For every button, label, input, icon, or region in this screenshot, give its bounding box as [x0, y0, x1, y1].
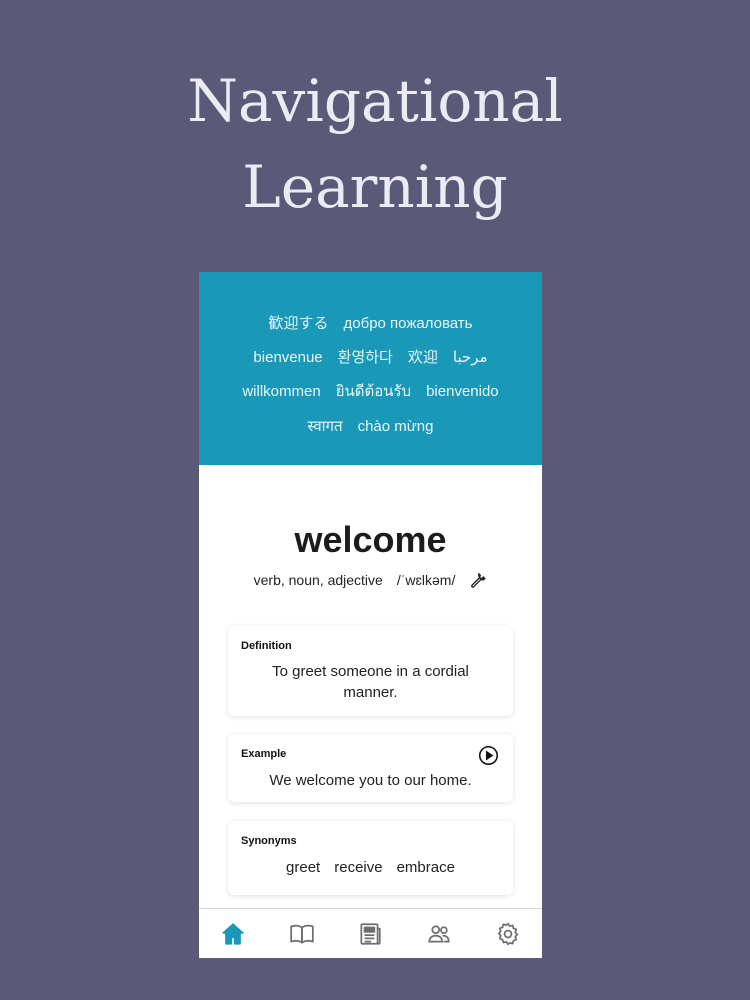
- synonym-item[interactable]: greet: [286, 859, 320, 876]
- synonym-item[interactable]: receive: [334, 859, 382, 876]
- synonyms-label: Synonyms: [241, 835, 297, 847]
- example-card: Example We welcome you to our home.: [228, 734, 513, 802]
- greeting-thai: ยินดีต้อนรับ: [335, 383, 412, 400]
- tab-people[interactable]: [419, 914, 459, 954]
- parts-of-speech: verb, noun, adjective: [253, 572, 383, 588]
- wrench-icon[interactable]: [469, 571, 487, 589]
- headline-line-2: Learning: [242, 153, 508, 221]
- greeting-french: bienvenue: [253, 349, 323, 366]
- synonym-item[interactable]: embrace: [397, 859, 455, 876]
- definition-card: Definition To greet someone in a cordial…: [228, 626, 513, 716]
- example-text: We welcome you to our home.: [269, 772, 472, 789]
- greeting-chinese: 欢迎: [407, 349, 438, 366]
- greeting-hindi: स्वागत: [307, 418, 343, 435]
- greetings-row: 歓迎する добро пожаловать: [199, 314, 542, 334]
- definition-text: To greet someone in a cordial manner.: [272, 663, 469, 701]
- news-icon: [360, 923, 382, 945]
- synonyms-list: greet receive embrace: [228, 859, 513, 876]
- greeting-vietnamese: chào mừng: [357, 418, 434, 435]
- tab-book[interactable]: [282, 914, 322, 954]
- greeting-russian: добро пожаловать: [343, 315, 473, 332]
- greetings-row: willkommen ยินดีต้อนรับ bienvenido: [199, 382, 542, 402]
- home-icon: [222, 923, 244, 945]
- book-icon: [290, 924, 314, 944]
- greeting-spanish: bienvenido: [426, 383, 499, 400]
- people-icon: [428, 925, 450, 943]
- tab-home[interactable]: [213, 914, 253, 954]
- tab-news[interactable]: [350, 914, 390, 954]
- gear-icon: [497, 922, 518, 946]
- greeting-german: willkommen: [242, 383, 321, 400]
- greeting-arabic: مرحبا: [452, 349, 488, 366]
- pronunciation: /ˈwɛlkəm/: [396, 572, 456, 588]
- greetings-row: bienvenue 환영하다 欢迎 مرحبا: [199, 348, 542, 368]
- greetings-row: स्वागत chào mừng: [199, 417, 542, 437]
- tab-bar: [199, 908, 542, 958]
- word-meta: verb, noun, adjective /ˈwɛlkəm/: [199, 570, 542, 590]
- example-label: Example: [241, 748, 287, 760]
- headline-line-1: Navigational: [187, 67, 563, 135]
- greeting-japanese: 歓迎する: [268, 315, 329, 332]
- synonyms-card: Synonyms greet receive embrace: [228, 821, 513, 895]
- greeting-korean: 환영하다: [337, 349, 393, 366]
- greetings-banner: 歓迎する добро пожаловать bienvenue 환영하다 欢迎 …: [199, 272, 542, 465]
- tab-settings[interactable]: [488, 914, 528, 954]
- headline: Navigational Learning: [0, 58, 750, 230]
- word-title: welcome: [294, 519, 447, 560]
- play-icon[interactable]: [478, 745, 499, 766]
- definition-label: Definition: [241, 640, 292, 652]
- phone-screen: 歓迎する добро пожаловать bienvenue 환영하다 欢迎 …: [199, 272, 542, 958]
